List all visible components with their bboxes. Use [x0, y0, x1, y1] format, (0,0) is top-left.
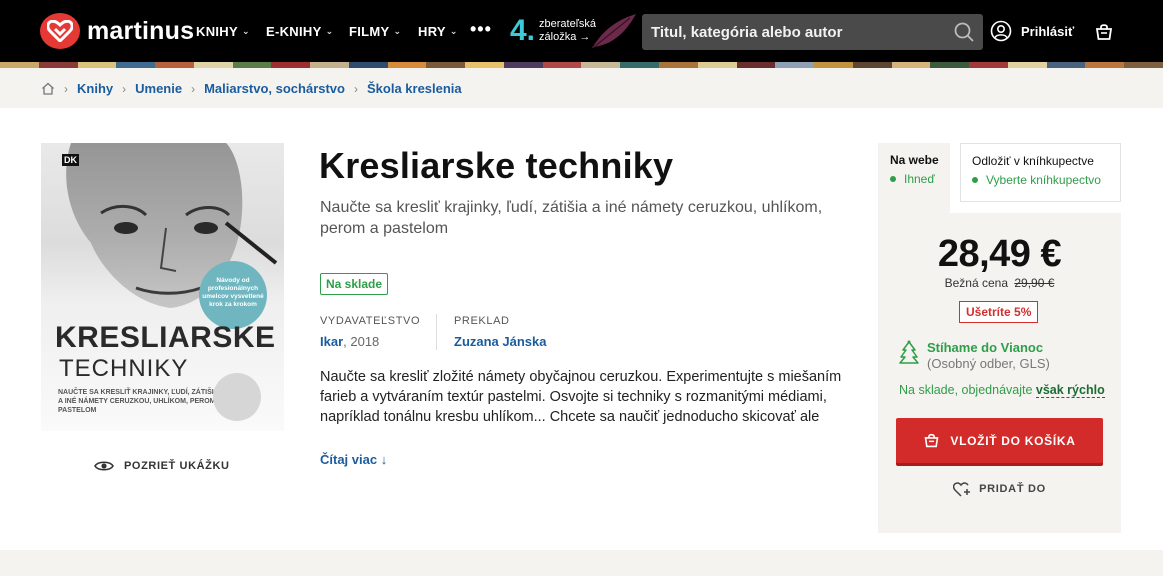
chevron-down-icon: ⌄	[449, 26, 458, 36]
cover-watermark-logo	[213, 373, 261, 421]
breadcrumb-skola-kreslenia[interactable]: Škola kreslenia	[367, 81, 462, 96]
home-icon[interactable]	[41, 82, 55, 95]
search-input[interactable]	[642, 14, 942, 50]
tab-web-status: Ihneď	[904, 172, 935, 186]
breadcrumb-maliarstvo[interactable]: Maliarstvo, sochárstvo	[204, 81, 345, 96]
wishlist-label: PRIDAŤ DO	[979, 483, 1046, 495]
xmas-detail: (Osobný odber, GLS)	[927, 356, 1050, 371]
tab-odlozit-v-knihkupectve[interactable]: Odložiť v kníhkupectve Vyberte kníhkupec…	[960, 143, 1121, 202]
chevron-right-icon: ›	[191, 81, 196, 96]
add-to-wishlist-button[interactable]: PRIDAŤ DO	[878, 481, 1121, 497]
book-cover-image[interactable]: DK Návody od profesionálnych umelcov vys…	[41, 143, 284, 431]
stock-badge: Na sklade	[320, 273, 389, 295]
delivery-tabs: Na webe Ihneď Odložiť v kníhkupectve Vyb…	[878, 143, 1121, 213]
publish-year: , 2018	[343, 334, 380, 349]
book-description: Naučte sa kresliť zložité námety obyčajn…	[320, 369, 842, 425]
nav-knihy[interactable]: KNIHY ⌄	[196, 24, 250, 39]
breadcrumb-umenie[interactable]: Umenie	[135, 81, 182, 96]
translator-link[interactable]: Zuzana Jánska	[454, 334, 547, 349]
tab-store-status: Vyberte kníhkupectvo	[986, 173, 1101, 187]
logo-text: martinus	[87, 16, 195, 45]
nav-filmy[interactable]: FILMY ⌄	[349, 24, 401, 39]
meta-divider	[436, 314, 437, 350]
book-title: Kresliarske techniky	[319, 145, 674, 186]
add-to-cart-label: VLOŽIŤ DO KOŠÍKA	[950, 433, 1076, 448]
chevron-right-icon: ›	[122, 81, 127, 96]
nav-label: KNIHY	[196, 24, 238, 39]
tab-web-title: Na webe	[890, 153, 939, 167]
availability-label: Na sklade, objednávajte	[899, 383, 1036, 397]
book-subtitle: Naučte sa kresliť krajinky, ľudí, zátiši…	[320, 199, 823, 237]
publisher-label: VYDAVATEĽSTVO	[320, 315, 421, 327]
regular-price-line: Bežná cena 29,90 €	[878, 276, 1121, 290]
preview-button[interactable]: POZRIEŤ UKÁŽKU	[94, 459, 230, 473]
availability-text: Na sklade, objednávajte však rýchlo	[899, 383, 1105, 398]
chevron-right-icon: ›	[353, 81, 358, 96]
chevron-right-icon: ›	[64, 81, 68, 96]
user-icon	[990, 20, 1012, 42]
breadcrumb-bar: › Knihy › Umenie › Maliarstvo, sochárstv…	[0, 68, 1163, 108]
publisher-block: VYDAVATEĽSTVO Ikar, 2018	[320, 315, 420, 349]
status-dot-icon	[972, 176, 978, 183]
promo-text: zberateľská záložka →	[539, 18, 596, 44]
nav-label: FILMY	[349, 24, 390, 39]
feather-icon	[592, 14, 636, 48]
read-more-link[interactable]: Čítaj viac ↓	[320, 452, 387, 467]
search-icon[interactable]	[953, 21, 975, 43]
login-button[interactable]: Prihlásiť	[990, 20, 1074, 42]
eye-icon	[94, 461, 114, 471]
heart-plus-icon	[953, 482, 971, 497]
discount-badge: Ušetríte 5%	[959, 301, 1039, 323]
publisher-link[interactable]: Ikar	[320, 334, 343, 349]
christmas-delivery-info: Stíhame do Vianoc (Osobný odber, GLS)	[899, 340, 1050, 372]
purchase-panel: 28,49 € Bežná cena 29,90 € Ušetríte 5% S…	[878, 213, 1121, 533]
preview-label: POZRIEŤ UKÁŽKU	[124, 460, 230, 472]
breadcrumb: › Knihy › Umenie › Maliarstvo, sochárstv…	[41, 81, 462, 96]
tab-na-webe[interactable]: Na webe Ihneď	[878, 143, 950, 213]
cart-icon[interactable]	[1094, 22, 1114, 42]
heart-logo-icon	[40, 13, 80, 49]
nav-label: E-KNIHY	[266, 24, 322, 39]
login-label: Prihlásiť	[1021, 23, 1075, 39]
availability-fast-link[interactable]: však rýchlo	[1035, 383, 1105, 398]
chevron-down-icon: ⌄	[241, 26, 250, 36]
martinus-logo[interactable]: martinus	[40, 13, 194, 49]
nav-hry[interactable]: HRY ⌄	[418, 24, 458, 39]
cover-seal: Návody od profesionálnych umelcov vysvet…	[199, 261, 267, 329]
regular-price: 29,90 €	[1014, 276, 1055, 290]
regular-price-label: Bežná cena	[944, 276, 1008, 290]
cover-title-line2: TECHNIKY	[59, 355, 189, 382]
add-to-cart-button[interactable]: VLOŽIŤ DO KOŠÍKA	[896, 418, 1103, 463]
translation-label: PREKLAD	[454, 315, 510, 327]
footer-band	[0, 550, 1163, 576]
top-header: martinus KNIHY ⌄ E-KNIHY ⌄ FILMY ⌄ HRY ⌄ •••…	[0, 0, 1163, 62]
promo-number: 4.	[510, 14, 536, 47]
more-menu-button[interactable]: •••	[470, 19, 492, 40]
search-bar	[642, 14, 983, 50]
cart-icon	[925, 433, 939, 448]
promo-line2: záložka →	[539, 31, 591, 43]
promo-bookmark-link[interactable]: 4. zberateľská záložka →	[510, 14, 636, 48]
price: 28,49 €	[937, 233, 1062, 275]
xmas-title: Stíhame do Vianoc	[927, 340, 1044, 355]
chevron-down-icon: ⌄	[325, 26, 334, 36]
nav-label: HRY	[418, 24, 446, 39]
status-dot-icon	[890, 175, 896, 182]
cover-title-line1: KRESLIARSKE	[55, 321, 276, 354]
cover-publisher-mark: DK	[62, 154, 79, 166]
translation-block: PREKLAD Zuzana Jánska	[454, 315, 547, 349]
promo-line1: zberateľská	[539, 18, 597, 30]
nav-e-knihy[interactable]: E-KNIHY ⌄	[266, 24, 333, 39]
tab-store-title: Odložiť v kníhkupectve	[972, 154, 1094, 168]
christmas-tree-icon	[899, 340, 919, 364]
breadcrumb-knihy[interactable]: Knihy	[77, 81, 113, 96]
cover-subtitle: NAUČTE SA KRESLIŤ KRAJINKY, ĽUDÍ, ZÁTIŠI…	[58, 389, 222, 414]
chevron-down-icon: ⌄	[393, 26, 402, 36]
